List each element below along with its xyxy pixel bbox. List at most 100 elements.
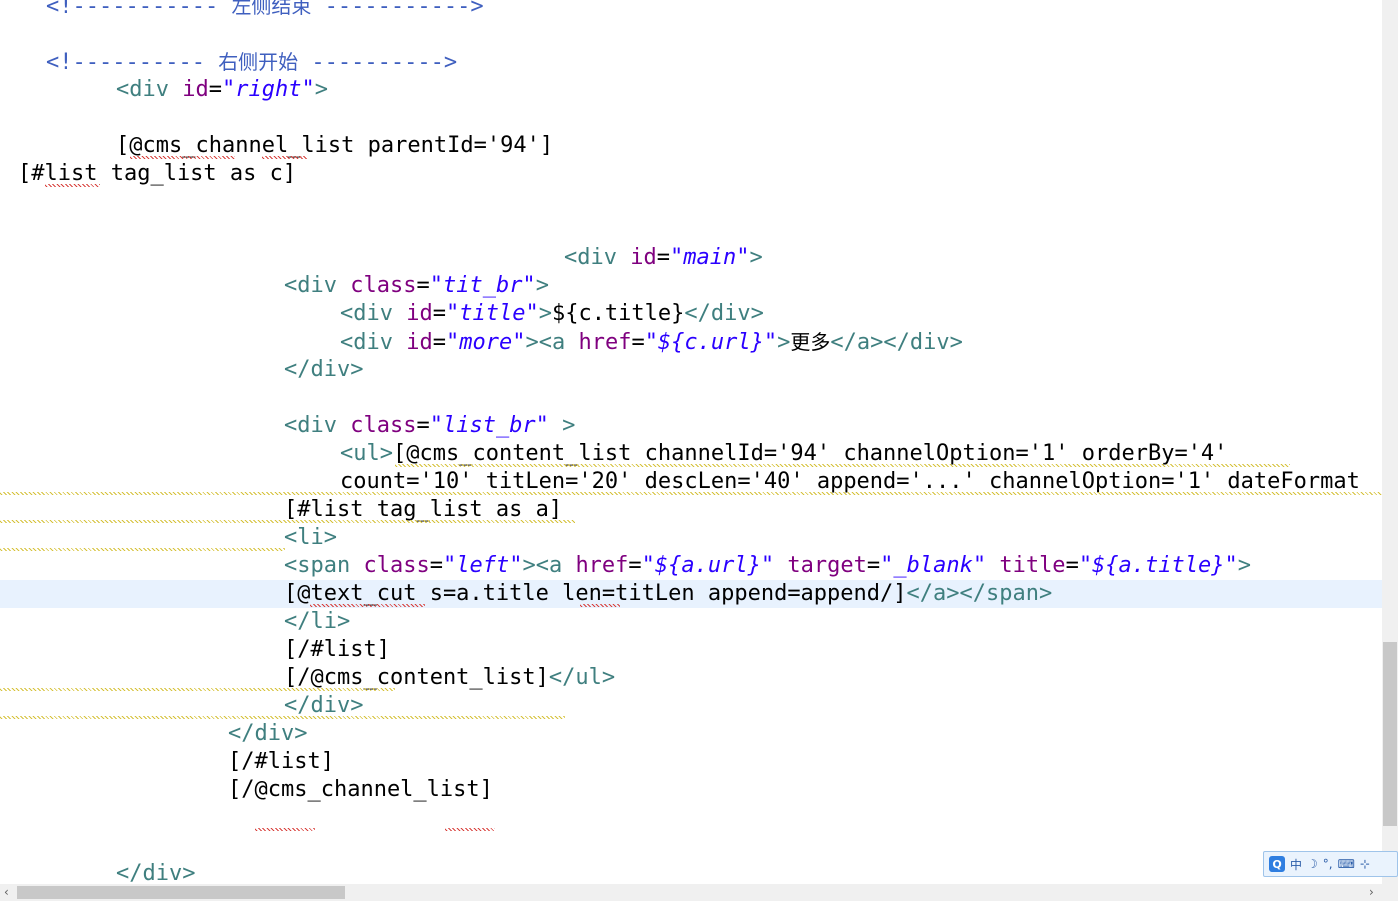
code-line[interactable]: <div class="list_br" > — [0, 412, 575, 440]
warning-squiggle — [0, 492, 1382, 495]
code-token: </div> — [284, 357, 364, 382]
code-token: = — [416, 413, 430, 438]
code-line[interactable] — [0, 188, 4, 216]
keyboard-icon[interactable]: ⌨ — [1338, 857, 1355, 871]
code-line[interactable]: <!----------- 左侧结束 -----------> — [0, 0, 484, 20]
code-token: target — [787, 553, 867, 578]
code-line-content: count='10' titLen='20' descLen='40' appe… — [0, 469, 1360, 494]
tools-icon[interactable]: ⊹ — [1360, 857, 1370, 871]
code-token: = — [432, 301, 446, 326]
code-line-content: [@text_cut s=a.title len=titLen append=a… — [0, 581, 1052, 606]
code-token: [#list tag_list as c] — [18, 161, 297, 186]
code-token: <div — [284, 273, 351, 298]
code-token: "_blank" — [880, 553, 987, 578]
code-line-current[interactable]: [@text_cut s=a.title len=titLen append=a… — [0, 580, 1382, 608]
code-token: <div — [340, 301, 407, 326]
code-line[interactable] — [0, 804, 4, 832]
code-line[interactable]: [/#list] — [0, 748, 334, 776]
code-line[interactable]: <div id="more"><a href="${c.url}">更多</a>… — [0, 328, 963, 356]
code-line[interactable]: <div id="title">${c.title}</div> — [0, 300, 764, 328]
code-line[interactable] — [0, 216, 4, 244]
ime-toolbar[interactable]: Q 中 ☽ °, ⌨ ⊹ — [1263, 851, 1398, 877]
scroll-left-arrow-icon[interactable]: ‹ — [4, 884, 9, 901]
code-editor[interactable]: <!----------- 左侧结束 -----------> <!-------… — [0, 0, 1382, 884]
horizontal-scrollbar-thumb[interactable] — [17, 886, 345, 899]
code-token: "right" — [221, 77, 315, 102]
code-token: <span — [284, 553, 364, 578]
code-token: </a></div> — [830, 330, 963, 355]
scroll-right-arrow-icon[interactable]: › — [1369, 884, 1374, 901]
code-token: ><a — [525, 330, 579, 355]
code-line[interactable]: <span class="left"><a href="${a.url}" ta… — [0, 552, 1251, 580]
code-token: class — [350, 273, 417, 298]
warning-squiggle — [0, 548, 285, 551]
code-token: href — [575, 553, 629, 578]
code-line-content — [0, 189, 4, 214]
code-line-content: <div id="title">${c.title}</div> — [0, 301, 764, 326]
code-line-content: [/#list] — [0, 637, 390, 662]
code-token: "main" — [669, 245, 750, 270]
code-token: = — [656, 245, 670, 270]
code-line-content: <ul>[@cms_content_list channelId='94' ch… — [0, 441, 1227, 466]
code-line-content: </li> — [0, 609, 350, 634]
code-token: </div> — [228, 721, 308, 746]
code-token: = — [429, 553, 443, 578]
code-line-content: <div id="right"> — [0, 77, 328, 102]
code-token: [@text_cut s=a.title len=titLen append=a… — [284, 581, 907, 606]
code-line[interactable]: <div id="main"> — [0, 244, 763, 272]
code-token: </ul> — [548, 665, 616, 690]
code-line-content: <div id="main"> — [0, 245, 763, 270]
code-token: [/#list] — [228, 749, 334, 774]
spelling-squiggle — [45, 184, 100, 187]
code-line[interactable] — [0, 104, 4, 132]
vertical-scrollbar-thumb[interactable] — [1383, 642, 1397, 826]
code-line[interactable]: <!---------- 右侧开始 ----------> — [0, 48, 457, 76]
code-token: ----------> — [298, 50, 458, 75]
code-line[interactable]: </div> — [0, 860, 195, 884]
code-token: </div> — [284, 693, 364, 718]
code-line[interactable]: <div id="right"> — [0, 76, 328, 104]
code-line[interactable] — [0, 832, 4, 860]
code-token: <div — [116, 77, 183, 102]
code-token: </li> — [284, 609, 351, 634]
code-token: [#list tag_list as a] — [284, 497, 563, 522]
code-token: </div> — [116, 861, 196, 884]
code-line-content: <span class="left"><a href="${a.url}" ta… — [0, 553, 1251, 578]
code-token: id — [406, 330, 433, 355]
punctuation-toggle[interactable]: °, — [1323, 857, 1333, 871]
warning-squiggle — [0, 520, 575, 523]
code-line-content: [#list tag_list as a] — [0, 497, 562, 522]
code-line[interactable]: </div> — [0, 356, 363, 384]
code-token: class — [350, 413, 417, 438]
code-line[interactable] — [0, 20, 4, 48]
ime-mode-toggle[interactable]: 中 — [1290, 856, 1302, 873]
moon-icon[interactable]: ☽ — [1307, 857, 1318, 871]
code-line[interactable]: <div class="tit_br"> — [0, 272, 549, 300]
code-line-content: </div> — [0, 861, 195, 884]
code-token: [/@cms_content_list] — [284, 665, 549, 690]
code-line[interactable]: </li> — [0, 608, 350, 636]
code-line-content — [0, 105, 4, 130]
code-token: "tit_br" — [429, 273, 536, 298]
code-token: "${c.url}" — [644, 330, 778, 355]
code-token: = — [432, 330, 446, 355]
code-line[interactable]: </div> — [0, 720, 307, 748]
code-token: > — [1237, 553, 1252, 578]
scrollbar-corner — [1382, 884, 1398, 901]
code-token: <!----------- — [46, 0, 232, 19]
code-token: > — [538, 301, 552, 326]
code-line[interactable]: [/#list] — [0, 636, 390, 664]
code-token: </div> — [684, 301, 764, 326]
code-line-content: </div> — [0, 693, 363, 718]
code-line[interactable] — [0, 384, 4, 412]
code-line-content — [0, 21, 4, 46]
code-token: count='10' titLen='20' descLen='40' appe… — [340, 469, 1360, 494]
code-token: class — [363, 553, 430, 578]
code-token: 左侧结束 — [231, 0, 312, 18]
code-token: "more" — [445, 330, 526, 355]
ime-logo-icon[interactable]: Q — [1269, 856, 1285, 872]
code-line[interactable]: [/@cms_channel_list] — [0, 776, 493, 804]
code-line-content — [0, 217, 4, 242]
